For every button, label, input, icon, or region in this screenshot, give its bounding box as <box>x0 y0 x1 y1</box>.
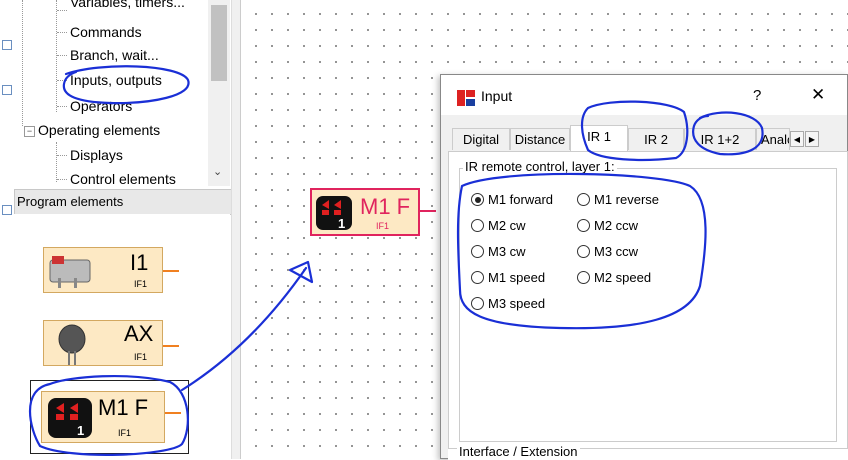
canvas-block-sub: IF1 <box>376 221 390 231</box>
radio-m3-speed[interactable]: M3 speed <box>471 296 545 311</box>
svg-text:1: 1 <box>77 423 84 438</box>
output-connector[interactable] <box>420 210 436 212</box>
tree-scrollbar-thumb[interactable] <box>211 5 227 81</box>
radio-m3-cw[interactable]: M3 cw <box>471 244 526 259</box>
edge-mark <box>2 40 12 50</box>
left-edge-strip <box>0 0 14 459</box>
panel-splitter[interactable] <box>231 0 241 459</box>
program-elements-title: Program elements <box>17 194 124 209</box>
close-button[interactable]: ✕ <box>811 85 825 105</box>
radio-m2-ccw[interactable]: M2 ccw <box>577 218 638 233</box>
tree-item-operators[interactable]: Operators <box>70 98 132 114</box>
output-connector[interactable] <box>165 412 181 414</box>
radio-icon <box>471 219 484 232</box>
radio-m2-speed[interactable]: M2 speed <box>577 270 651 285</box>
radio-icon <box>577 193 590 206</box>
edge-mark <box>2 205 12 215</box>
radio-icon <box>577 271 590 284</box>
tree-item-inputs-outputs[interactable]: Inputs, outputs <box>70 72 162 88</box>
motor-number-badge: 1 <box>338 216 346 231</box>
collapse-icon[interactable]: − <box>24 126 35 137</box>
element-tree[interactable]: Variables, timers... Commands Branch, wa… <box>14 0 232 186</box>
radio-label: M2 cw <box>488 218 526 233</box>
canvas-block-m1f[interactable]: 1 M1 F IF1 <box>310 188 420 236</box>
help-button[interactable]: ? <box>753 87 761 104</box>
radio-label: M1 forward <box>488 192 554 207</box>
block-ax[interactable]: AX IF1 <box>43 320 163 366</box>
radio-selected-icon <box>471 193 484 206</box>
tab-distance[interactable]: Distance <box>510 128 570 150</box>
tree-item-branch[interactable]: Branch, wait... <box>70 47 159 63</box>
tab-scroll-right-icon[interactable]: ▶ <box>805 131 819 147</box>
radio-label: M3 ccw <box>594 244 639 259</box>
tab-panel-ir1: IR remote control, layer 1: M1 forward M… <box>448 151 848 459</box>
scroll-down-icon[interactable]: ⌄ <box>213 165 222 178</box>
radio-m1-reverse[interactable]: M1 reverse <box>577 192 659 207</box>
output-connector[interactable] <box>163 345 179 347</box>
tree-item-displays[interactable]: Displays <box>70 147 123 163</box>
tab-digital[interactable]: Digital <box>452 128 510 150</box>
radio-m2-cw[interactable]: M2 cw <box>471 218 526 233</box>
block-m1f[interactable]: 1 M1 F IF1 <box>41 391 165 443</box>
radio-m1-forward[interactable]: M1 forward <box>471 192 553 207</box>
ir-group-title: IR remote control, layer 1: <box>463 159 617 174</box>
canvas-block-title: M1 F <box>360 194 411 219</box>
block-i1-sub: IF1 <box>134 279 148 289</box>
radio-m3-ccw[interactable]: M3 ccw <box>577 244 638 259</box>
tree-item-control-elements[interactable]: Control elements <box>70 171 176 186</box>
tree-item-commands[interactable]: Commands <box>70 24 142 40</box>
tab-scroll-left-icon[interactable]: ◀ <box>790 131 804 147</box>
radio-icon <box>471 271 484 284</box>
radio-icon <box>471 245 484 258</box>
tab-ir12[interactable]: IR 1+2 <box>684 128 756 150</box>
radio-label: M2 ccw <box>594 218 639 233</box>
radio-icon <box>577 245 590 258</box>
radio-label: M2 speed <box>594 270 652 285</box>
radio-label: M1 speed <box>488 270 546 285</box>
tree-item-operating-elements[interactable]: Operating elements <box>38 122 160 138</box>
app-logo-icon <box>457 90 475 106</box>
block-i1-title: I1 <box>130 250 149 275</box>
tab-ir1[interactable]: IR 1 <box>570 125 628 151</box>
program-elements-header: Program elements <box>14 189 232 215</box>
interface-group-title: Interface / Extension <box>457 444 580 459</box>
block-m1f-title: M1 F <box>98 395 149 420</box>
output-connector[interactable] <box>163 270 179 272</box>
block-i1[interactable]: I1 IF1 <box>43 247 163 293</box>
tree-item-variables[interactable]: Variables, timers... <box>70 0 185 10</box>
edge-mark <box>2 85 12 95</box>
radio-label: M3 cw <box>488 244 526 259</box>
radio-label: M3 speed <box>488 296 546 311</box>
tab-ir2[interactable]: IR 2 <box>628 128 684 150</box>
block-ax-sub: IF1 <box>134 352 148 362</box>
radio-label: M1 reverse <box>594 192 660 207</box>
dialog-title: Input <box>481 88 513 104</box>
block-m1f-sub: IF1 <box>118 428 132 438</box>
radio-m1-speed[interactable]: M1 speed <box>471 270 545 285</box>
tab-analog[interactable]: Analc <box>756 128 790 150</box>
block-ax-title: AX <box>124 321 154 346</box>
radio-icon <box>577 219 590 232</box>
dialog-titlebar[interactable]: Input ? ✕ <box>441 75 847 115</box>
radio-icon <box>471 297 484 310</box>
